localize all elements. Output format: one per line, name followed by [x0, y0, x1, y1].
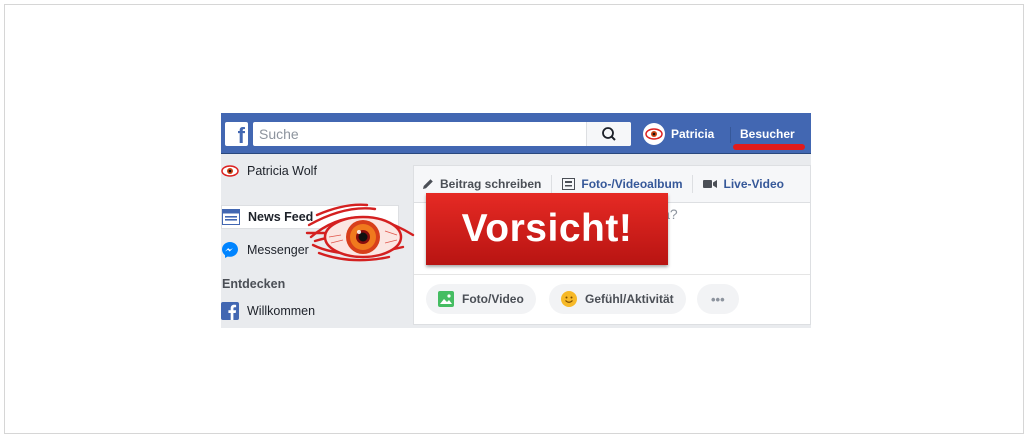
facebook-logo-icon[interactable]: f [225, 122, 248, 146]
divider [730, 127, 731, 143]
tab-label: Live-Video [723, 177, 784, 191]
search-button[interactable] [586, 122, 631, 146]
red-eye-icon [305, 203, 415, 262]
album-icon [562, 178, 576, 190]
search-input[interactable] [259, 125, 579, 143]
chip-label: Foto/Video [462, 292, 524, 306]
news-feed-icon [222, 208, 240, 226]
warning-text: Vorsicht! [461, 207, 633, 250]
more-icon: ••• [711, 291, 725, 307]
sidebar-item-messenger[interactable]: Messenger [221, 238, 309, 262]
divider [692, 175, 694, 193]
warning-banner: Vorsicht! [426, 193, 668, 265]
video-camera-icon [703, 179, 718, 189]
sidebar-item-profile[interactable]: Patricia Wolf [221, 159, 317, 183]
profile-name: Patricia [671, 127, 715, 141]
search-icon [602, 127, 616, 141]
facebook-icon [221, 302, 239, 320]
pencil-icon [422, 178, 434, 190]
sidebar-item-welcome[interactable]: Willkommen [221, 299, 315, 323]
feeling-activity-button[interactable]: Gefühl/Aktivität [549, 284, 686, 314]
red-eye-icon [221, 162, 239, 180]
smiley-icon [561, 291, 577, 307]
sidebar-item-label: Willkommen [247, 304, 316, 318]
sidebar-item-label: Patricia Wolf [247, 164, 317, 178]
tab-label: Beitrag schreiben [440, 177, 542, 191]
red-eye-icon [645, 128, 663, 140]
section-heading: Entdecken [222, 277, 286, 291]
divider [551, 175, 553, 193]
photo-video-button[interactable]: Foto/Video [426, 284, 536, 314]
sidebar-item-label: Messenger [247, 243, 309, 257]
photo-icon [438, 291, 454, 307]
tab-label: Foto-/Videoalbum [581, 177, 683, 191]
image-frame: f Patricia Besucher [4, 4, 1024, 434]
messenger-icon [221, 241, 239, 259]
divider [414, 274, 810, 275]
facebook-screenshot: f Patricia Besucher [221, 113, 811, 328]
sidebar-item-label: News Feed [248, 210, 314, 224]
profile-link[interactable]: Patricia [643, 122, 714, 146]
highlight-underline [733, 144, 805, 150]
visitors-link[interactable]: Besucher [740, 122, 795, 146]
top-bar: f Patricia Besucher [221, 113, 811, 154]
more-options-button[interactable]: ••• [697, 284, 739, 314]
chip-label: Gefühl/Aktivität [585, 292, 674, 306]
tab-live-video[interactable]: Live-Video [695, 166, 791, 202]
search-box [253, 122, 631, 146]
avatar [643, 123, 665, 145]
